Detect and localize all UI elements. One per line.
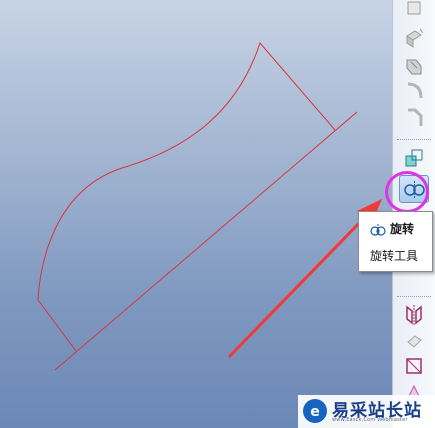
extrude-icon[interactable] [400, 26, 428, 52]
revolve-icon [370, 223, 386, 236]
svg-text:e: e [310, 404, 320, 420]
pattern-icon[interactable] [400, 146, 428, 172]
tooltip-title-row: 旋转 [369, 220, 414, 238]
round-icon[interactable] [400, 80, 428, 106]
highlight-circle [385, 171, 429, 213]
tooltip: 旋转 旋转工具 [358, 211, 433, 272]
mirror-icon[interactable] [400, 302, 428, 328]
datum-plane-icon[interactable] [400, 0, 428, 26]
tooltip-title: 旋转 [390, 222, 415, 236]
annotation-arrow-shaft [227, 213, 369, 359]
watermark: e 易采站长站 www.Easck.Com Webmaster [298, 395, 435, 428]
shell-icon[interactable] [400, 330, 428, 356]
chamfer-icon[interactable] [400, 106, 428, 132]
watermark-logo-icon: e [303, 399, 327, 423]
sketch-icon[interactable] [400, 355, 428, 381]
sketch-area [37, 42, 382, 371]
toolbar-separator [397, 296, 431, 297]
graphics-canvas[interactable] [0, 0, 392, 428]
tooltip-description: 旋转工具 [370, 249, 419, 263]
centerline [54, 111, 358, 371]
toolbar-separator [397, 139, 431, 140]
watermark-subtext: www.Easck.Com Webmaster [332, 417, 408, 423]
sweep-icon[interactable] [400, 54, 428, 80]
sketch-profile [37, 42, 336, 352]
